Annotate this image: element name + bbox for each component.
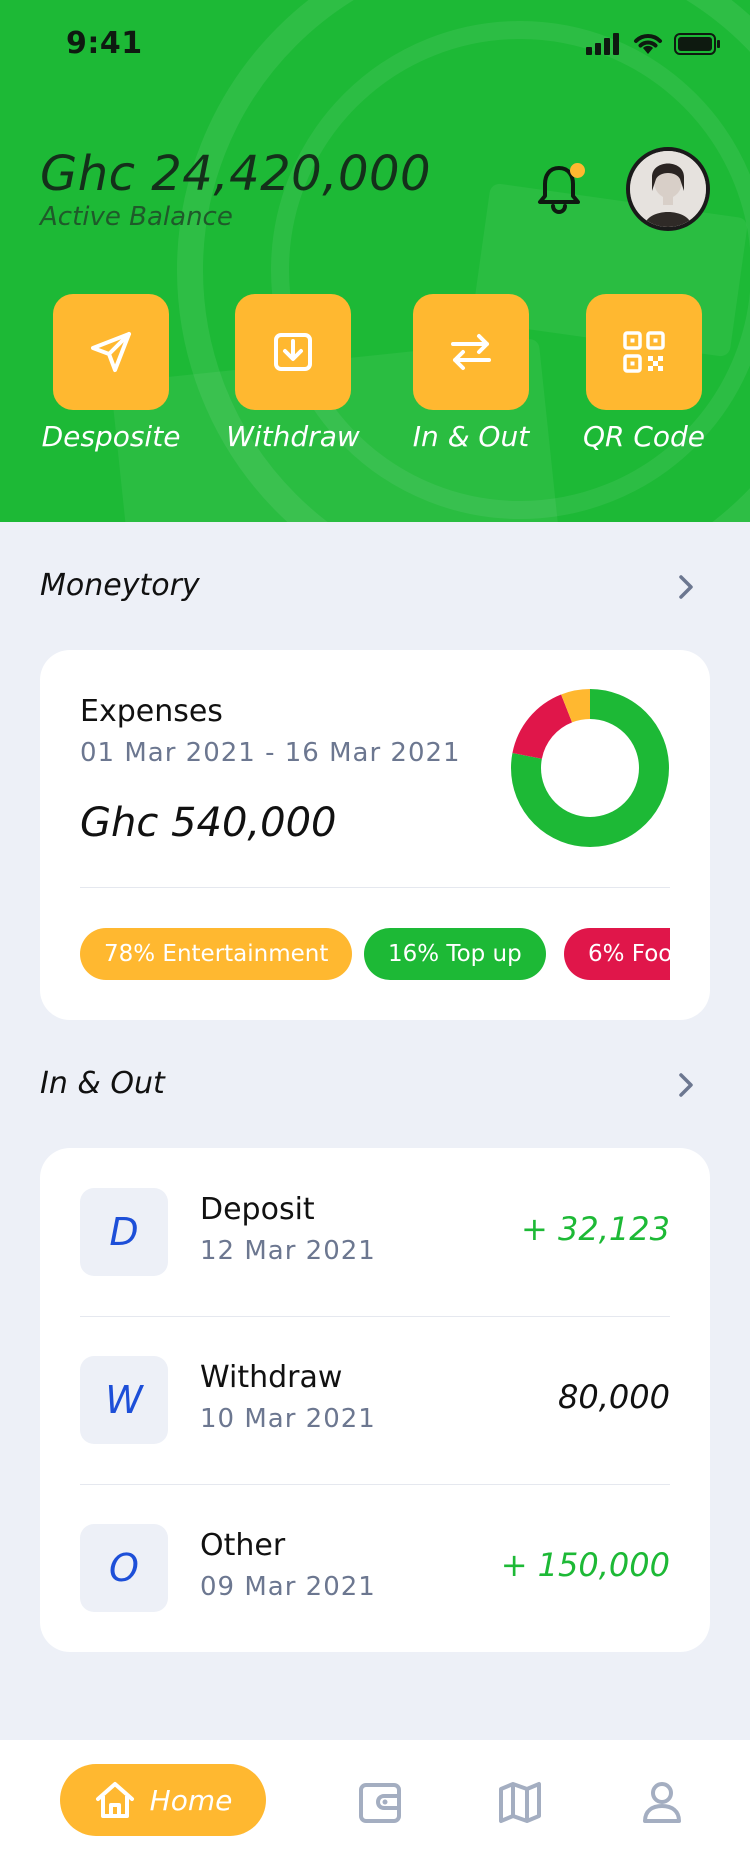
in-out-label: In & Out <box>412 420 530 453</box>
status-bar: 9:41 <box>0 0 750 90</box>
wifi-icon <box>634 34 662 54</box>
expense-chips: 78% Entertainment 16% Top up 6% Food <box>80 928 670 980</box>
transaction-letter: W <box>80 1356 168 1444</box>
download-icon <box>274 333 312 371</box>
nav-home-button[interactable]: Home <box>60 1764 266 1836</box>
qr-code-button[interactable] <box>586 294 702 410</box>
expenses-donut-chart <box>511 689 669 847</box>
notification-dot <box>570 163 585 178</box>
moneytory-title: Moneytory <box>40 568 200 603</box>
chip-food[interactable]: 6% Food <box>564 928 670 980</box>
expenses-divider <box>80 887 670 888</box>
balance-label: Active Balance <box>40 202 233 232</box>
transfer-icon <box>451 334 491 370</box>
send-icon <box>91 332 131 372</box>
expenses-date-range: 01 Mar 2021 - 16 Mar 2021 <box>80 738 461 768</box>
in-out-button[interactable] <box>413 294 529 410</box>
withdraw-button[interactable] <box>235 294 351 410</box>
avatar-image <box>630 151 706 227</box>
transaction-letter: D <box>80 1188 168 1276</box>
qr-code-label: QR Code <box>582 420 706 453</box>
deposit-button[interactable] <box>53 294 169 410</box>
transaction-date: 10 Mar 2021 <box>200 1404 376 1434</box>
qr-code-icon <box>623 331 665 373</box>
chip-entertainment[interactable]: 78% Entertainment <box>80 928 353 980</box>
signal-icon <box>586 33 619 55</box>
expenses-card[interactable]: Expenses 01 Mar 2021 - 16 Mar 2021 Ghc 5… <box>40 650 710 1020</box>
in-out-title: In & Out <box>40 1066 165 1101</box>
expenses-amount: Ghc 540,000 <box>80 800 337 846</box>
home-icon <box>95 1782 134 1818</box>
battery-icon <box>674 33 720 55</box>
transaction-amount: 80,000 <box>558 1378 670 1416</box>
chip-top-up[interactable]: 16% Top up <box>364 928 546 980</box>
status-time: 9:41 <box>66 26 143 61</box>
transaction-row[interactable]: O Other 09 Mar 2021 + 150,000 <box>40 1484 710 1652</box>
avatar[interactable] <box>626 147 710 231</box>
transaction-name: Other <box>200 1528 286 1563</box>
chevron-right-icon[interactable] <box>674 572 698 602</box>
status-icons <box>586 32 720 56</box>
withdraw-label: Withdraw <box>226 420 360 453</box>
transaction-letter: O <box>80 1524 168 1612</box>
transaction-date: 12 Mar 2021 <box>200 1236 376 1266</box>
transactions-card: D Deposit 12 Mar 2021 + 32,123 W Withdra… <box>40 1148 710 1652</box>
nav-home-label: Home <box>149 1783 233 1817</box>
transaction-amount: + 32,123 <box>521 1210 670 1248</box>
transaction-amount: + 150,000 <box>500 1546 670 1584</box>
header: 9:41 Ghc 24,420,000 Active Balance Despo… <box>0 0 750 522</box>
wallet-icon[interactable] <box>356 1778 404 1826</box>
transaction-row[interactable]: W Withdraw 10 Mar 2021 80,000 <box>40 1316 710 1484</box>
transaction-name: Withdraw <box>200 1360 343 1395</box>
transaction-date: 09 Mar 2021 <box>200 1572 376 1602</box>
chevron-right-icon[interactable] <box>674 1070 698 1100</box>
bottom-nav: Home <box>0 1740 750 1860</box>
expenses-title: Expenses <box>80 694 223 729</box>
transaction-name: Deposit <box>200 1192 315 1227</box>
deposit-label: Desposite <box>41 420 181 453</box>
map-icon[interactable] <box>496 1778 544 1826</box>
transaction-row[interactable]: D Deposit 12 Mar 2021 + 32,123 <box>40 1148 710 1316</box>
user-icon[interactable] <box>638 1778 686 1826</box>
balance-amount: Ghc 24,420,000 <box>40 146 432 202</box>
